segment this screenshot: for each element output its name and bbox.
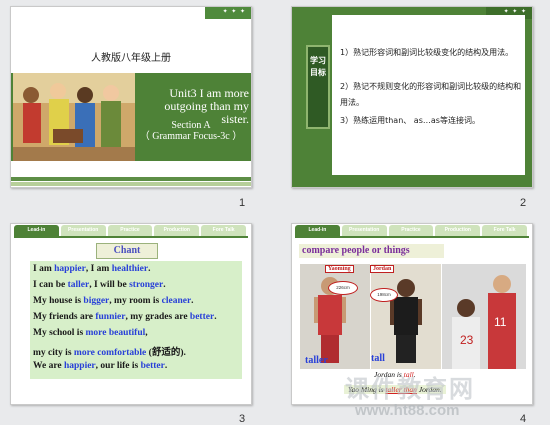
tab-presentation[interactable]: Presentation [341, 225, 387, 236]
chant-line: My house is bigger, my room is cleaner. [33, 296, 194, 306]
tab-fore-talk[interactable]: Fore Talk [482, 225, 527, 236]
tab-lead-in[interactable]: Lead-in [295, 225, 340, 236]
students-photo [13, 73, 135, 161]
slide-2-thumbnail[interactable]: ✦ ✦ ✦ 学习目标 1）熟记形容词和副词比较级变化的结构及用法。 2）熟记不规… [291, 6, 533, 188]
yaoming-photo [300, 264, 370, 369]
tab-presentation[interactable]: Presentation [60, 225, 106, 236]
word-taller: taller [305, 355, 328, 366]
players-photo: 23 11 [442, 264, 526, 369]
slide-number: 1 [239, 197, 246, 209]
bottom-decoration [11, 177, 251, 187]
learning-goals-label: 学习目标 [306, 45, 330, 129]
slide-number: 4 [520, 413, 527, 425]
chant-line: My friends are funnier, my grades are be… [33, 312, 217, 322]
goals-panel: 1）熟记形容词和副词比较级变化的结构及用法。 2）熟记不规则变化的形容词和副词比… [332, 15, 525, 175]
chant-line: We are happier, our life is better. [33, 361, 168, 371]
tab-lead-in[interactable]: Lead-in [14, 225, 59, 236]
watermark-text: 课件教育网 [345, 375, 475, 403]
chant-line: I am happier, I am healthier. [33, 264, 151, 274]
chant-line: I can be taller, I will be stronger. [33, 280, 166, 290]
chant-line: my city is more comfortable (舒适的). [33, 348, 186, 358]
corner-decoration: ✦ ✦ ✦ [205, 7, 251, 19]
slide-number: 2 [520, 197, 527, 209]
tab-practice[interactable]: Practice [107, 225, 153, 236]
height-label-1: 226cm [328, 281, 358, 295]
svg-text:11: 11 [494, 315, 507, 329]
slide-1-thumbnail[interactable]: ✦ ✦ ✦ 人教版八年级上册 Unit3 I am more outgoing … [10, 6, 252, 188]
tab-underline [295, 236, 529, 238]
chant-heading: Chant [96, 243, 158, 259]
slide-3-thumbnail[interactable]: Lead-in Presentation Practice Production… [10, 223, 252, 405]
book-title: 人教版八年级上册 [91, 53, 171, 64]
goal-item: 3）熟练运用than、 as…as等连接词。 [340, 116, 480, 125]
nav-tabs: Lead-in Presentation Practice Production… [14, 225, 248, 236]
name-tag-yaoming: Yaoming [325, 265, 354, 273]
goal-item: 1）熟记形容词和副词比较级变化的结构及用法。 [340, 48, 514, 57]
watermark-url: www.ht88.com [355, 402, 460, 419]
word-tall: tall [371, 353, 385, 364]
tab-fore-talk[interactable]: Fore Talk [201, 225, 246, 236]
tab-underline [14, 236, 248, 238]
tab-production[interactable]: Production [154, 225, 200, 236]
compare-heading: compare people or things [299, 244, 444, 258]
name-tag-jordan: Jordan [370, 265, 395, 273]
section-label: Section A （ Grammar Focus-3c ） [139, 120, 243, 142]
chant-line: My school is more beautiful, [33, 328, 148, 338]
tab-practice[interactable]: Practice [388, 225, 434, 236]
svg-text:23: 23 [460, 333, 474, 347]
tab-production[interactable]: Production [435, 225, 481, 236]
slide-number: 3 [239, 413, 246, 425]
height-label-2: 198cm [370, 288, 398, 302]
goal-item: 2）熟记不规则变化的形容词和副词比较级的结构和用法。 [340, 82, 522, 107]
nav-tabs: Lead-in Presentation Practice Production… [295, 225, 529, 236]
